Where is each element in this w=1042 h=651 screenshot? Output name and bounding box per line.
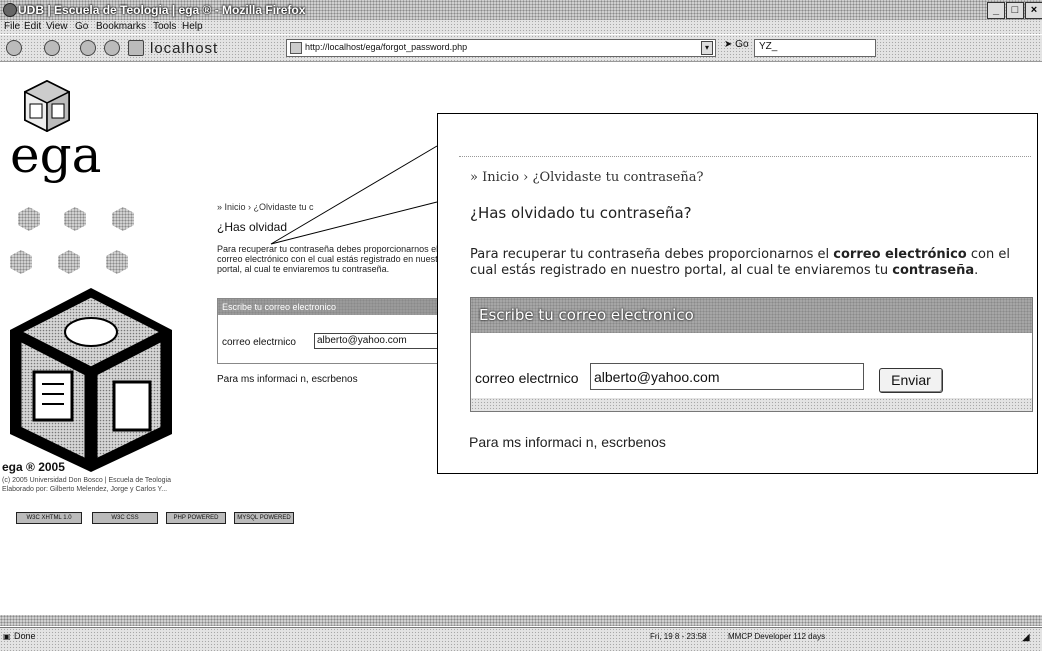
form-header: Escribe tu correo electronico [471,298,1032,333]
email-form: Escribe tu correo electronico correo ele… [217,298,449,364]
copyright-title: ega ® 2005 [2,460,65,474]
instructions-text: Para recuperar tu contraseña debes propo… [217,244,446,274]
instructions-part: . [974,263,979,278]
contact-footer: Para ms informaci n, escrbenos [469,434,666,450]
stop-icon[interactable] [104,40,120,56]
decorative-cube-icon [58,250,80,274]
breadcrumb-separator: › [523,170,529,185]
contact-footer: Para ms informaci n, escrbenos [217,374,358,385]
menu-edit[interactable]: Edit [24,21,41,32]
ega-big-cube-icon [10,288,172,472]
email-label: correo electrnico [222,337,296,348]
forward-icon[interactable] [44,40,60,56]
instructions-bold-password: contraseña [892,263,975,278]
decorative-cube-icon [18,207,40,231]
copyright-line: (c) 2005 Universidad Don Bosco | Escuela… [2,477,172,484]
window-title: UDB | Escuela de Teologia | ega ® - Mozi… [18,3,306,17]
page-title: ¿Has olvidado tu contraseña? [470,204,692,222]
zoom-callout: » Inicio › ¿Olvidaste tu contraseña? ¿Ha… [437,113,1038,474]
search-text: YZ_ [759,41,778,52]
email-label: correo electrnico [475,370,579,386]
credits-line: Elaborado por: Gilberto Melendez, Jorge … [2,486,168,493]
form-header-text: Escribe tu correo electronico [479,306,694,324]
menu-file[interactable]: File [4,21,20,32]
decorative-cube-icon [106,250,128,274]
menu-bookmarks[interactable]: Bookmarks [96,21,146,32]
go-label: Go [735,39,749,50]
page-viewport: ega ega ® 2005 (c) 2005 Universidad Don … [0,62,1042,597]
badge-css[interactable]: W3C CSS [92,512,158,524]
form-header: Escribe tu correo electronico [218,299,448,315]
submit-button[interactable]: Enviar [879,368,943,393]
breadcrumb-current: ¿Olvidaste tu contraseña? [532,170,704,185]
badge-php[interactable]: PHP POWERED [166,512,226,524]
search-input[interactable]: YZ_ [754,39,876,57]
instructions-text: Para recuperar tu contraseña debes propo… [470,247,1015,279]
breadcrumb: » Inicio › ¿Olvidaste tu contraseña? [470,170,703,185]
page-heading: ¿Has olvidad [217,220,288,234]
home-icon[interactable] [128,40,144,56]
status-text: Done [14,631,36,641]
email-form: Escribe tu correo electronico correo ele… [470,297,1033,412]
url-bar[interactable]: http://localhost/ega/forgot_password.php… [286,39,716,57]
form-footer-band [471,398,1032,411]
menu-bar: File Edit View Go Bookmarks Tools Help [0,20,1042,34]
divider [459,156,1031,157]
maximize-button[interactable]: □ [1006,2,1024,19]
ega-logo-cube-icon [24,80,70,132]
badge-xhtml[interactable]: W3C XHTML 1.0 [16,512,82,524]
status-icon: ▣ [3,632,11,641]
close-button[interactable]: × [1025,2,1042,19]
ega-logo-text[interactable]: ega [10,130,101,180]
menu-go[interactable]: Go [75,21,88,32]
back-icon[interactable] [6,40,22,56]
instructions-bold-email: correo electrónico [833,247,967,262]
resize-grip-icon[interactable]: ◢ [1022,632,1030,643]
minimize-button[interactable]: _ [987,2,1005,19]
url-dropdown-icon[interactable]: ▾ [701,41,713,55]
email-field[interactable]: alberto@yahoo.com [590,363,864,390]
go-arrow-icon: ➤ [724,39,733,50]
reload-icon[interactable] [80,40,96,56]
status-bar: ▣ Done Fri, 19 8 - 23:58 MMCP Developer … [0,627,1042,651]
breadcrumb-home[interactable]: » Inicio [470,170,519,185]
decorative-cube-icon [10,250,32,274]
firefox-icon [3,3,17,17]
instructions-part: Para recuperar tu contraseña debes propo… [470,247,834,262]
menu-view[interactable]: View [46,21,68,32]
badge-mysql[interactable]: MYSQL POWERED [234,512,294,524]
decorative-cube-icon [112,207,134,231]
menu-help[interactable]: Help [182,21,203,32]
status-info: MMCP Developer 112 days [728,632,826,641]
menu-tools[interactable]: Tools [153,21,176,32]
go-button[interactable]: ➤ Go [724,39,749,50]
email-field[interactable]: alberto@yahoo.com [314,333,444,349]
window-titlebar[interactable]: UDB | Escuela de Teologia | ega ® - Mozi… [0,0,1042,20]
copyright-text: (c) 2005 Universidad Don Bosco | Escuela… [2,476,262,494]
breadcrumb: » Inicio › ¿Olvidaste tu c [217,202,314,212]
status-date: Fri, 19 8 - 23:58 [650,632,707,641]
home-host-label[interactable]: localhost [150,40,218,57]
navigation-toolbar: localhost http://localhost/ega/forgot_pa… [0,35,1042,62]
decorative-cube-icon [64,207,86,231]
url-text: http://localhost/ega/forgot_password.php [305,42,468,52]
page-favicon-icon [290,42,302,54]
horizontal-scrollbar[interactable] [0,615,1042,626]
